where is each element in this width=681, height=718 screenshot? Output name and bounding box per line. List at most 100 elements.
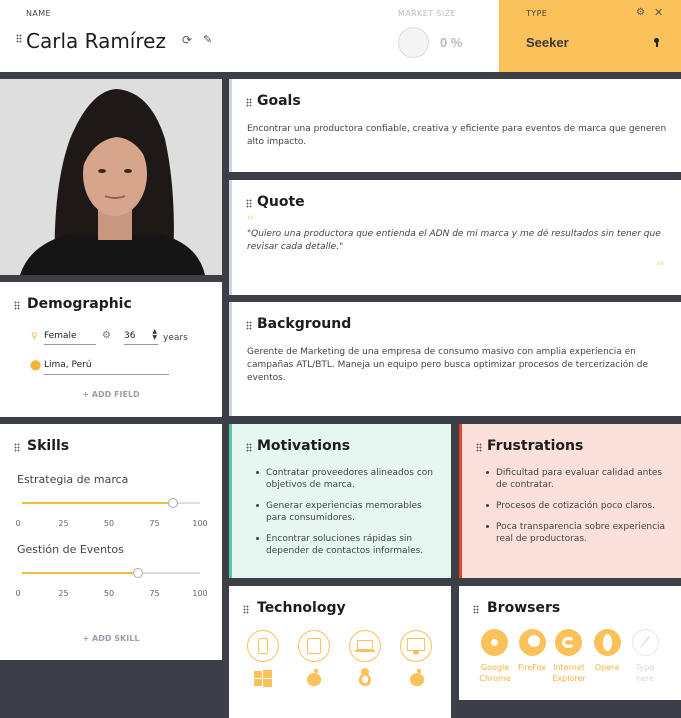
tick-label: 75 [149, 589, 160, 598]
type-value[interactable]: Seeker [526, 35, 569, 50]
drag-handle-icon[interactable] [243, 605, 249, 614]
desktop-icon[interactable] [400, 630, 432, 662]
browsers-card: Browsers Google Chrome FireFox Internet … [459, 586, 681, 700]
slider-handle[interactable] [132, 568, 143, 578]
drag-handle-icon[interactable] [246, 98, 252, 107]
market-size-value[interactable]: 0 % [440, 35, 462, 50]
list-item[interactable]: Procesos de cotización poco claros. [484, 500, 669, 512]
laptop-icon[interactable] [349, 630, 381, 662]
browser-name: Explorer [552, 674, 586, 683]
quote-text[interactable]: "Quiero una productora que entienda el A… [247, 228, 667, 254]
drag-handle-icon[interactable] [246, 321, 252, 330]
motivations-list: Contratar proveedores alineados con obje… [254, 467, 439, 566]
list-item[interactable]: Dificultad para evaluar calidad antes de… [484, 467, 669, 491]
skills-title: Skills [27, 438, 70, 454]
opera-icon[interactable] [594, 629, 621, 656]
tick-label: 25 [58, 589, 69, 598]
tick-label: 50 [103, 589, 115, 598]
frustrations-title: Frustrations [487, 438, 584, 454]
tick-label: 0 [15, 589, 21, 598]
gear-icon[interactable]: ⚙ [636, 7, 645, 18]
stepper-arrows-icon[interactable]: ▲ ▼ [152, 329, 157, 341]
browser-label[interactable]: Internet Explorer [547, 662, 591, 684]
market-size-pie[interactable] [398, 27, 429, 58]
skill-slider[interactable] [22, 568, 200, 578]
skill-label: Gestión de Eventos [17, 543, 124, 556]
close-quote-icon: ” [656, 258, 665, 277]
background-text[interactable]: Gerente de Marketing de una empresa de c… [247, 346, 667, 385]
add-field-button[interactable]: + ADD FIELD [0, 390, 222, 399]
browsers-title: Browsers [487, 600, 561, 616]
skill-slider[interactable] [22, 498, 200, 508]
tick-label: 50 [103, 519, 115, 528]
drag-handle-icon[interactable] [246, 443, 252, 452]
close-icon[interactable]: ✕ [654, 6, 663, 19]
persona-name[interactable]: Carla Ramírez [26, 29, 166, 53]
browser-label[interactable]: Type here [625, 662, 665, 684]
search-icon: ⚲ [31, 331, 38, 341]
goals-text[interactable]: Encontrar una productora confiable, crea… [247, 123, 667, 149]
tablet-icon[interactable] [298, 630, 330, 662]
browser-name: Type [635, 663, 655, 672]
technology-card: Technology [229, 586, 451, 718]
type-panel: TYPE ⚙ ✕ Seeker [499, 0, 681, 72]
compass-icon[interactable] [632, 629, 659, 656]
tick-label: 0 [15, 519, 21, 528]
add-skill-button[interactable]: + ADD SKILL [0, 634, 222, 643]
persona-photo[interactable] [0, 79, 222, 275]
slider-fill [22, 502, 174, 504]
list-item[interactable]: Encontrar soluciones rápidas sin depende… [254, 533, 439, 557]
gender-field[interactable]: Female [44, 331, 96, 345]
quote-card: Quote “ "Quiero una productora que entie… [229, 180, 681, 295]
tick-label: 100 [192, 589, 208, 598]
gear-icon[interactable]: ⚙ [102, 330, 111, 341]
location-field[interactable]: Lima, Perú [44, 360, 169, 375]
skills-card: Skills Estrategia de marca 0 25 50 75 10… [0, 424, 222, 660]
linux-icon[interactable] [357, 668, 373, 688]
list-item[interactable]: Contratar proveedores alineados con obje… [254, 467, 439, 491]
edit-icon[interactable]: ✎ [203, 33, 212, 46]
browser-name: here [635, 674, 655, 683]
browser-name: Chrome [479, 674, 511, 683]
background-title: Background [257, 316, 352, 332]
demographic-card: Demographic ⚲ Female ⚙ 36 ▲ ▼ years ⬤ Lim… [0, 282, 222, 417]
browser-name: Opera [594, 663, 620, 672]
list-item[interactable]: Generar experiencias memorables para con… [254, 500, 439, 524]
frustrations-list: Dificultad para evaluar calidad antes de… [484, 467, 669, 554]
age-value: 36 [124, 331, 136, 341]
age-stepper[interactable]: 36 ▲ ▼ [124, 329, 158, 345]
demographic-title: Demographic [27, 296, 132, 312]
slider-handle[interactable] [168, 498, 179, 508]
drag-handle-icon[interactable] [473, 605, 479, 614]
motivations-card: Motivations Contratar proveedores alinea… [229, 424, 451, 578]
type-label: TYPE [526, 9, 548, 18]
windows-icon[interactable] [254, 670, 272, 688]
drag-handle-icon[interactable] [16, 34, 22, 43]
drag-handle-icon[interactable] [246, 199, 252, 208]
chrome-icon[interactable] [481, 629, 508, 656]
drag-handle-icon[interactable] [14, 301, 20, 310]
frustrations-card: Frustrations Dificultad para evaluar cal… [459, 424, 681, 578]
name-label: NAME [26, 9, 52, 18]
apple-icon[interactable] [410, 669, 424, 686]
browser-name: Internet [553, 663, 585, 672]
firefox-icon[interactable] [519, 629, 546, 656]
internet-explorer-icon[interactable] [555, 629, 582, 656]
refresh-icon[interactable]: ⟳ [182, 33, 192, 47]
list-item[interactable]: Poca transparencia sobre experiencia rea… [484, 521, 669, 545]
tick-label: 75 [149, 519, 160, 528]
persona-header: NAME Carla Ramírez ⟳ ✎ MARKET SIZE 0 % T… [0, 0, 681, 72]
apple-icon[interactable] [307, 669, 321, 686]
goals-card: Goals Encontrar una productora confiable… [229, 79, 681, 172]
avatar [0, 79, 222, 275]
skill-label: Estrategia de marca [17, 473, 129, 486]
technology-title: Technology [257, 600, 346, 616]
drag-handle-icon[interactable] [476, 443, 482, 452]
background-card: Background Gerente de Marketing de una e… [229, 302, 681, 416]
market-size-label: MARKET SIZE [398, 9, 457, 18]
drag-handle-icon[interactable] [14, 443, 20, 452]
browser-label[interactable]: Opera [587, 662, 627, 673]
location-pin-icon: ⬤ [30, 360, 42, 371]
goals-title: Goals [257, 93, 301, 109]
mobile-icon[interactable] [247, 630, 279, 662]
